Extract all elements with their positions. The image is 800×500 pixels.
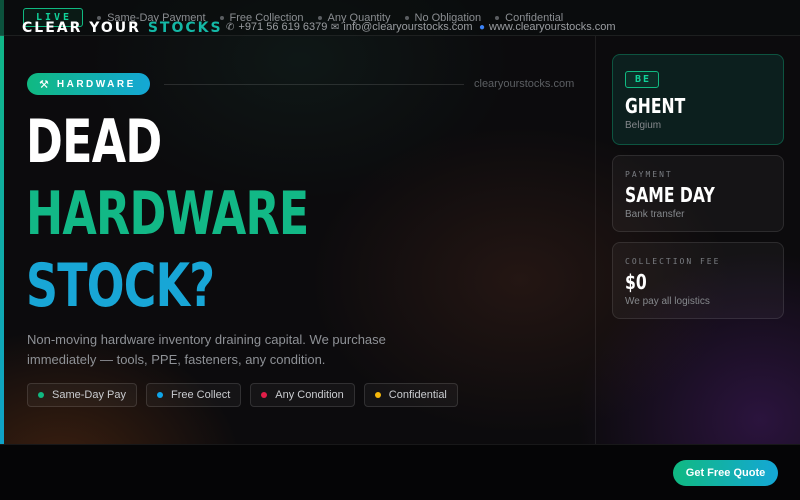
- headline-line-1: DEAD: [26, 107, 162, 177]
- country-badge: BE: [625, 71, 660, 88]
- get-free-quote-button[interactable]: Get Free Quote: [673, 460, 778, 486]
- location-card: BE GHENT Belgium: [612, 54, 784, 145]
- payment-label: PAYMENT: [625, 170, 673, 179]
- site-url: clearyourstocks.com: [474, 78, 575, 90]
- collection-fee-card: COLLECTION FEE $0 We pay all logistics: [612, 242, 784, 319]
- payment-card: PAYMENT SAME DAY Bank transfer: [612, 155, 784, 232]
- headline: DEAD HARDWARE STOCK?: [26, 106, 309, 322]
- red-dot-icon: [261, 392, 268, 398]
- location-city: GHENT: [625, 94, 686, 118]
- blue-dot-icon: [156, 392, 163, 398]
- payment-value: SAME DAY: [625, 183, 715, 207]
- headline-line-2: HARDWARE: [26, 179, 309, 249]
- wrench-icon: ⚒: [39, 78, 49, 91]
- category-tag-label: HARDWARE: [56, 78, 136, 90]
- tag-divider: [164, 84, 464, 85]
- bullet-icon: [317, 15, 322, 20]
- location-country: Belgium: [625, 120, 662, 131]
- fee-sub: We pay all logistics: [625, 296, 710, 307]
- phone-icon: ✆: [226, 21, 235, 33]
- yellow-dot-icon: [374, 392, 381, 398]
- green-dot-icon: [38, 392, 44, 398]
- globe-icon: ●: [479, 21, 486, 33]
- website-link[interactable]: ● www.clearyourstocks.com: [479, 21, 616, 33]
- lead-paragraph: Non-moving hardware inventory draining c…: [27, 332, 386, 367]
- phone-link[interactable]: ✆ +971 56 619 6379: [226, 21, 327, 33]
- brand-logo[interactable]: CLEAR YOUR STOCKS: [22, 20, 223, 36]
- chip-confidential: Confidential: [363, 383, 458, 407]
- fee-value: $0: [625, 270, 647, 294]
- email-link[interactable]: ✉ info@clearyourstocks.com: [331, 21, 473, 33]
- mail-icon: ✉: [331, 21, 340, 33]
- headline-line-3: STOCK?: [26, 251, 215, 321]
- fee-label: COLLECTION FEE: [625, 257, 721, 266]
- bullet-icon: [219, 15, 224, 20]
- bullet-icon: [97, 15, 102, 20]
- bullet-icon: [495, 15, 500, 20]
- chip-any-condition: Any Condition: [250, 383, 355, 407]
- feature-chips: Same-Day Pay Free Collect Any Condition …: [27, 383, 467, 407]
- bullet-icon: [404, 15, 409, 20]
- left-accent-bar: [0, 0, 4, 444]
- category-tag: ⚒ HARDWARE: [27, 73, 150, 95]
- chip-free-collect: Free Collect: [145, 383, 242, 407]
- payment-sub: Bank transfer: [625, 209, 685, 220]
- column-divider: [595, 36, 596, 444]
- chip-same-day-pay: Same-Day Pay: [27, 383, 137, 407]
